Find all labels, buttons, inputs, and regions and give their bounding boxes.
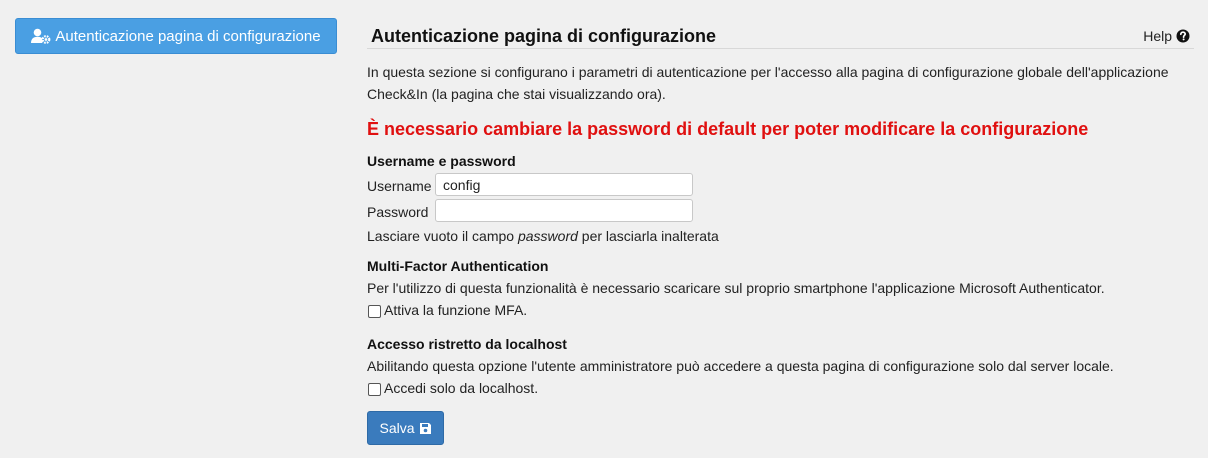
localhost-checkbox-label[interactable]: Accedi solo da localhost.	[384, 380, 538, 396]
save-button-label: Salva	[379, 420, 415, 436]
sidebar-auth-config-button[interactable]: Autenticazione pagina di configurazione	[15, 18, 337, 54]
mfa-description: Per l'utilizzo di questa funzionalità è …	[367, 280, 1105, 296]
password-warning: È necessario cambiare la password di def…	[367, 119, 1089, 139]
help-label: Help	[1143, 28, 1172, 44]
mfa-section-title: Multi-Factor Authentication	[367, 258, 549, 274]
user-gear-icon	[31, 28, 51, 44]
username-label: Username	[367, 178, 432, 194]
localhost-description: Abilitando questa opzione l'utente ammin…	[367, 358, 1114, 374]
sidebar-button-label: Autenticazione pagina di configurazione	[55, 27, 321, 45]
password-input[interactable]	[435, 199, 693, 222]
floppy-disk-icon	[419, 422, 432, 435]
localhost-checkbox[interactable]	[368, 383, 381, 396]
question-circle-icon	[1176, 29, 1190, 43]
username-input[interactable]	[435, 173, 693, 196]
intro-text: In questa sezione si configurano i param…	[367, 64, 1169, 102]
password-hint-after: per lasciarla inalterata	[577, 228, 719, 244]
password-label: Password	[367, 204, 429, 220]
page-header: Autenticazione pagina di configurazione …	[367, 18, 1194, 49]
password-hint-emphasis: password	[517, 228, 578, 244]
help-link[interactable]: Help	[1143, 28, 1190, 44]
password-hint: Lasciare vuoto il campo password per las…	[367, 228, 719, 244]
save-button[interactable]: Salva	[367, 411, 444, 445]
mfa-checkbox[interactable]	[368, 305, 381, 318]
mfa-checkbox-label[interactable]: Attiva la funzione MFA.	[384, 302, 527, 318]
credentials-section-title: Username e password	[367, 153, 516, 169]
localhost-section-title: Accesso ristretto da localhost	[367, 336, 567, 352]
password-hint-before: Lasciare vuoto il campo	[367, 228, 518, 244]
page-title: Autenticazione pagina di configurazione	[371, 26, 717, 46]
